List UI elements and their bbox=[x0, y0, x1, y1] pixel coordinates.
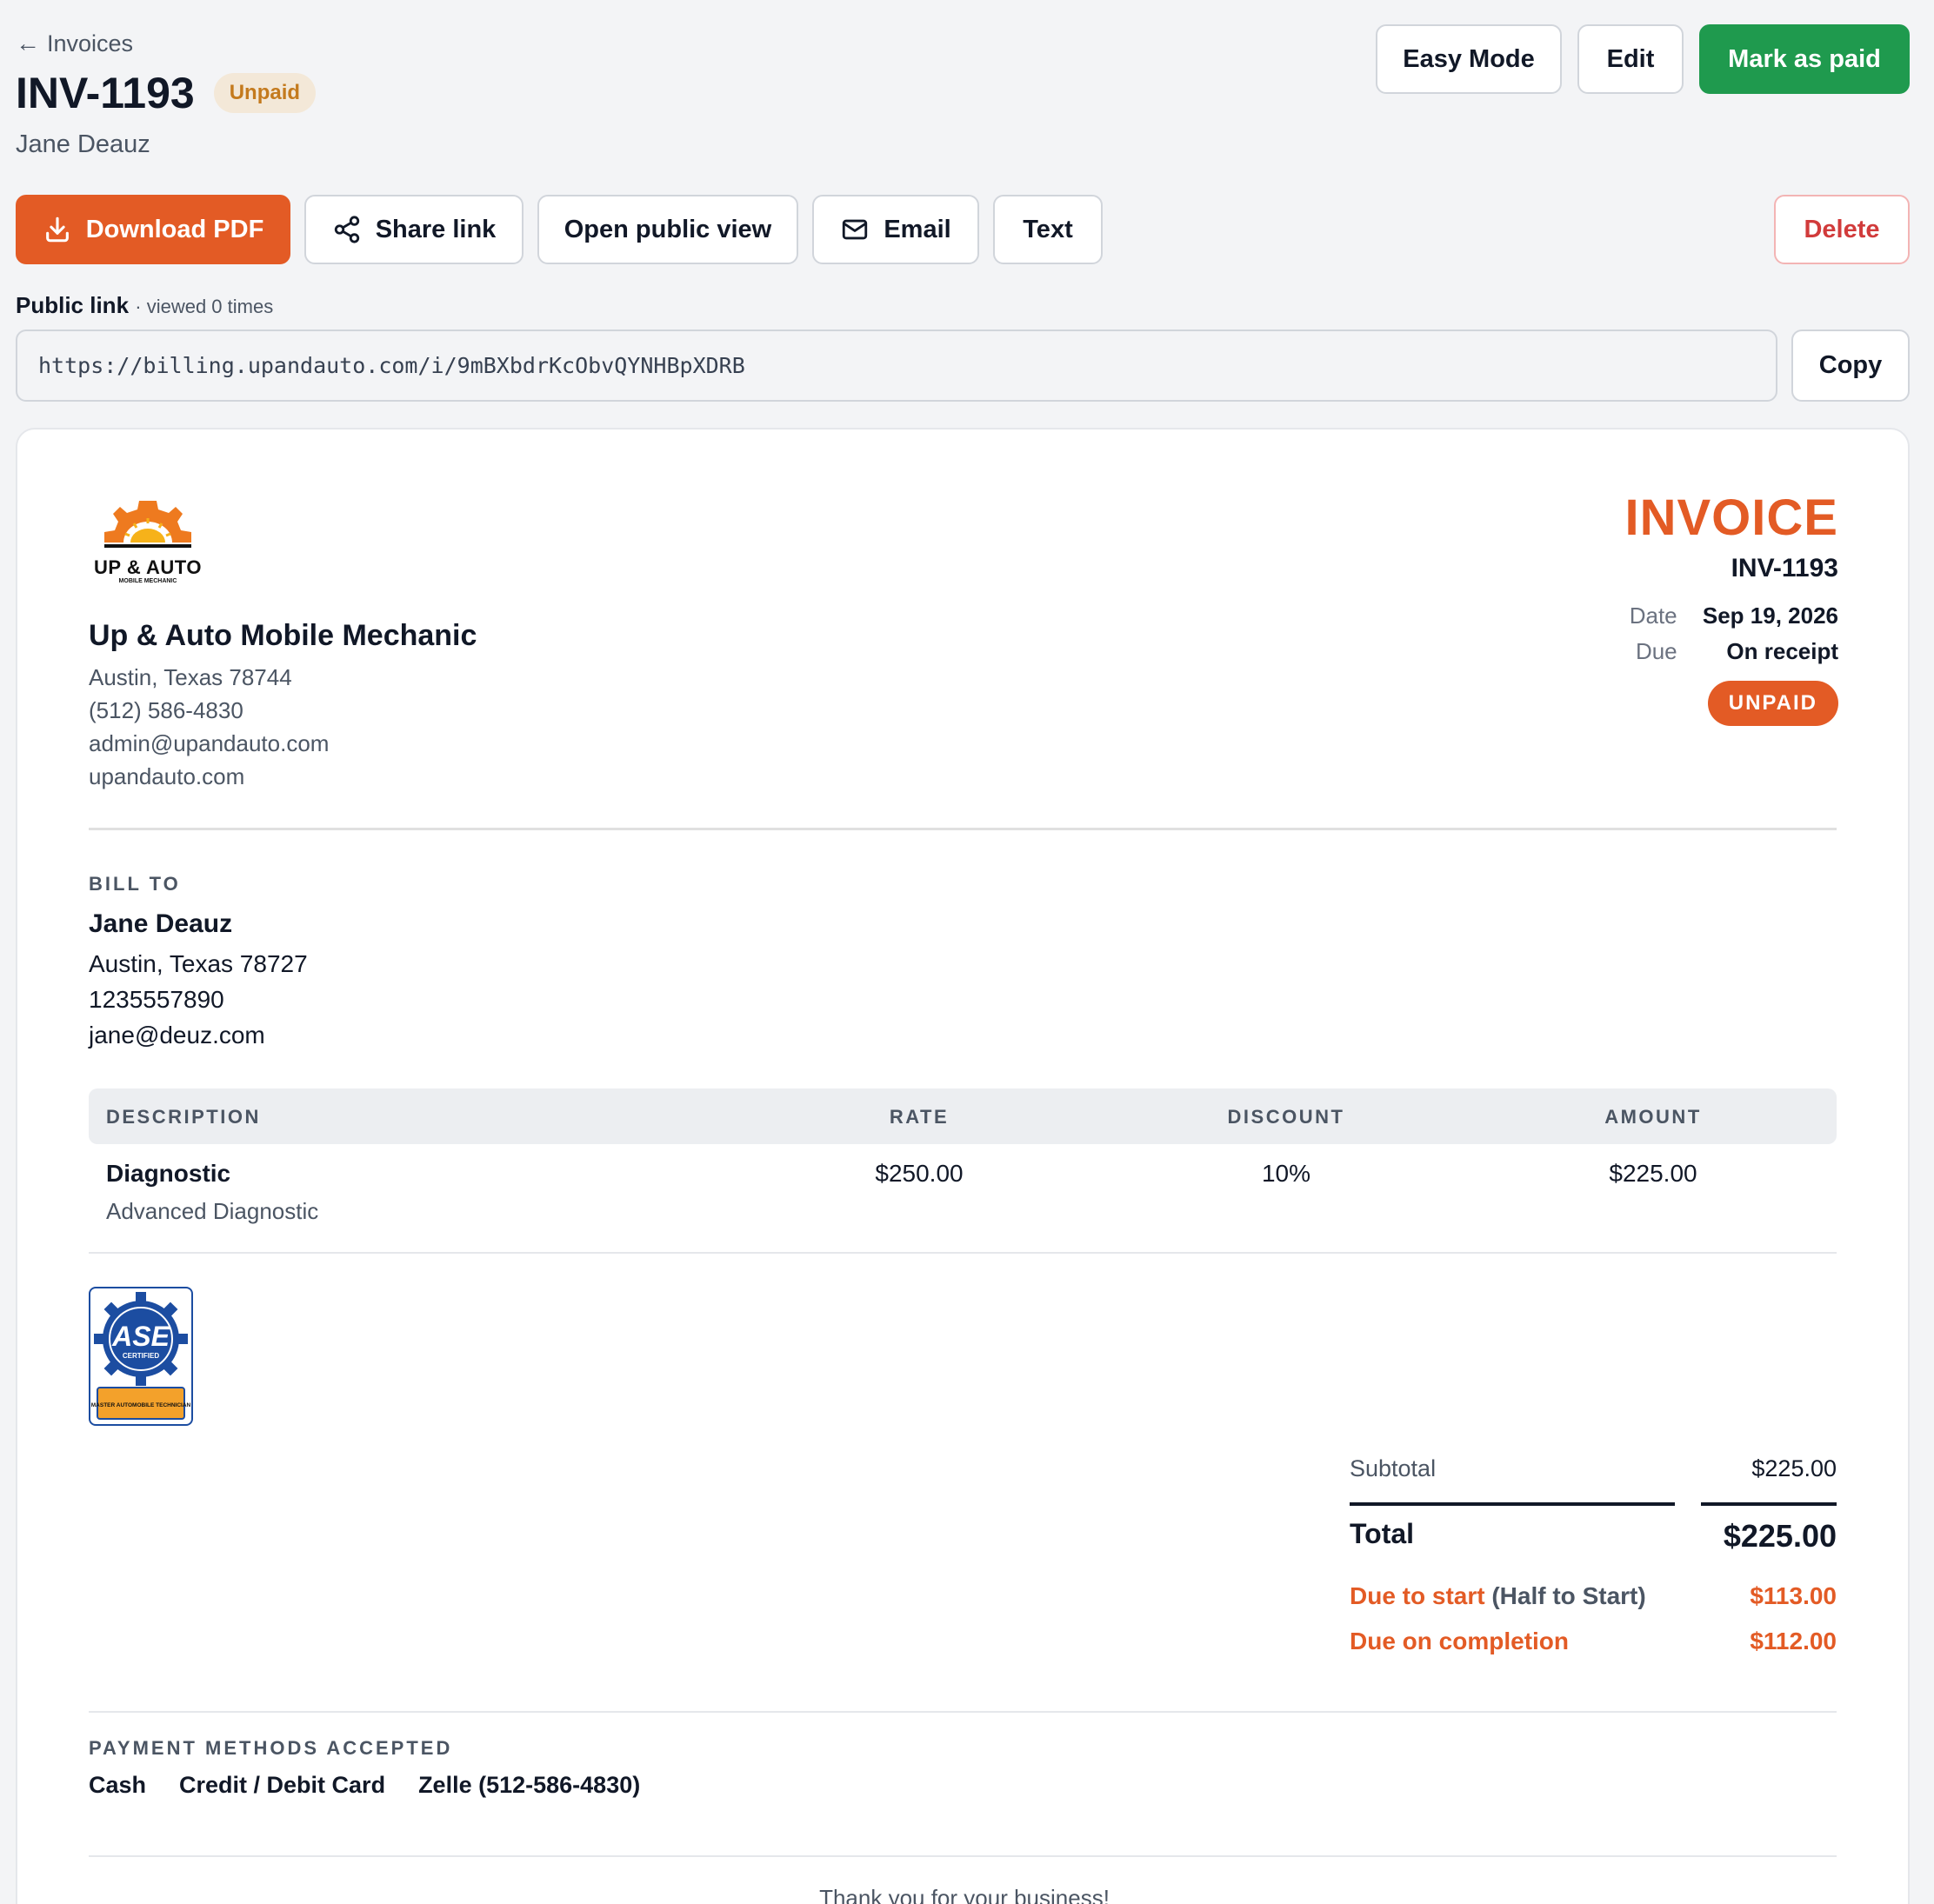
business-phone: (512) 586-4830 bbox=[89, 697, 243, 723]
email-button[interactable]: Email bbox=[812, 195, 979, 264]
status-badge: Unpaid bbox=[213, 73, 317, 113]
gear-sun-icon bbox=[104, 501, 191, 548]
bill-to-email: jane@deuz.com bbox=[89, 1022, 265, 1049]
bill-to-details: Austin, Texas 78727 1235557890 jane@deuz… bbox=[89, 946, 308, 1053]
easy-mode-button[interactable]: Easy Mode bbox=[1376, 24, 1562, 94]
business-address: Austin, Texas 78744 bbox=[89, 664, 292, 690]
public-url-text: https://billing.upandauto.com/i/9mBXbdrK… bbox=[38, 353, 745, 378]
text-button[interactable]: Text bbox=[993, 195, 1103, 264]
total-value: $225.00 bbox=[1723, 1518, 1837, 1554]
divider bbox=[89, 1711, 1837, 1713]
column-header-rate: RATE bbox=[889, 1106, 950, 1128]
top-actions: Easy Mode Edit Mark as paid bbox=[1376, 24, 1910, 94]
mail-icon bbox=[843, 219, 868, 240]
column-header-description: DESCRIPTION bbox=[106, 1106, 261, 1128]
due-value: On receipt bbox=[1726, 638, 1838, 664]
date-value: Sep 19, 2026 bbox=[1702, 602, 1838, 629]
subtotal-label: Subtotal bbox=[1350, 1455, 1437, 1481]
business-details: Austin, Texas 78744 (512) 586-4830 admin… bbox=[89, 661, 329, 793]
public-url-field[interactable]: https://billing.upandauto.com/i/9mBXbdrK… bbox=[16, 330, 1777, 402]
column-header-discount: DISCOUNT bbox=[1227, 1106, 1345, 1128]
title-row: INV-1193 Unpaid bbox=[16, 68, 317, 118]
copy-button[interactable]: Copy bbox=[1791, 330, 1910, 402]
item-name: Diagnostic bbox=[106, 1160, 231, 1187]
ase-certified-text: CERTIFIED bbox=[123, 1352, 159, 1360]
bill-to-label: BILL TO bbox=[89, 873, 181, 895]
arrow-left-icon: ← bbox=[16, 30, 40, 57]
due-to-start-label: Due to start (Half to Start) bbox=[1350, 1582, 1646, 1610]
due-on-completion-value: $112.00 bbox=[1750, 1628, 1837, 1654]
bill-to-phone: 1235557890 bbox=[89, 986, 224, 1013]
delete-wrap: Delete bbox=[1774, 195, 1910, 264]
page-title: INV-1193 bbox=[16, 69, 195, 117]
payment-method-zelle: Zelle (512-586-4830) bbox=[418, 1772, 641, 1798]
subtotal-value-underline bbox=[1701, 1502, 1837, 1506]
download-pdf-button[interactable]: Download PDF bbox=[16, 195, 290, 264]
action-row: Download PDF Share link Open public view… bbox=[16, 195, 1103, 264]
due-on-completion-label: Due on completion bbox=[1350, 1628, 1569, 1654]
mark-as-paid-button[interactable]: Mark as paid bbox=[1699, 24, 1910, 94]
share-link-label: Share link bbox=[375, 215, 497, 243]
due-to-start-value: $113.00 bbox=[1750, 1582, 1837, 1609]
payment-method-cash: Cash bbox=[89, 1772, 147, 1798]
divider bbox=[89, 1855, 1837, 1857]
logo-subtext: MOBILE MECHANIC bbox=[118, 578, 177, 584]
public-link-title: Public link bbox=[16, 292, 130, 318]
item-rate: $250.00 bbox=[875, 1160, 964, 1187]
table-row: Diagnostic Advanced Diagnostic $250.00 1… bbox=[89, 1160, 1837, 1247]
business-name: Up & Auto Mobile Mechanic bbox=[89, 619, 477, 652]
ase-certified-icon: ASE CERTIFIED MASTER AUTOMOBILE TECHNICI… bbox=[91, 1292, 191, 1420]
business-website: upandauto.com bbox=[89, 763, 245, 789]
table-header: DESCRIPTION RATE DISCOUNT AMOUNT bbox=[89, 1088, 1837, 1144]
invoice-meta: Date Sep 19, 2026 Due On receipt bbox=[1625, 602, 1838, 665]
edit-button[interactable]: Edit bbox=[1577, 24, 1684, 94]
ase-certified-badge: ASE CERTIFIED MASTER AUTOMOBILE TECHNICI… bbox=[89, 1287, 193, 1426]
download-icon bbox=[45, 216, 69, 243]
logo-text: UP & AUTO bbox=[94, 556, 202, 578]
bill-to-address: Austin, Texas 78727 bbox=[89, 950, 308, 977]
open-public-view-button[interactable]: Open public view bbox=[537, 195, 798, 264]
item-amount: $225.00 bbox=[1609, 1160, 1697, 1187]
due-to-start-note: (Half to Start) bbox=[1491, 1582, 1646, 1609]
public-link-label: Public link · viewed 0 times bbox=[16, 292, 273, 319]
date-label: Date bbox=[1629, 602, 1677, 629]
client-name: Jane Deauz bbox=[16, 130, 150, 158]
due-to-start-text: Due to start bbox=[1350, 1582, 1485, 1609]
payment-methods: Cash Credit / Debit Card Zelle (512-586-… bbox=[89, 1772, 640, 1799]
download-pdf-label: Download PDF bbox=[85, 215, 264, 243]
invoice-word: INVOICE bbox=[1624, 489, 1838, 546]
share-icon bbox=[334, 216, 359, 243]
invoice-card: UP & AUTO MOBILE MECHANIC Up & Auto Mobi… bbox=[16, 428, 1910, 1904]
share-link-button[interactable]: Share link bbox=[304, 195, 524, 264]
item-discount: 10% bbox=[1261, 1160, 1311, 1187]
invoice-number: INV-1193 bbox=[1731, 554, 1838, 583]
business-email: admin@upandauto.com bbox=[89, 730, 330, 756]
subtotal-value: $225.00 bbox=[1751, 1455, 1837, 1481]
column-header-amount: AMOUNT bbox=[1604, 1106, 1702, 1128]
copy-wrap: Copy bbox=[1791, 330, 1910, 402]
back-label: Invoices bbox=[47, 30, 134, 57]
payment-methods-label: PAYMENT METHODS ACCEPTED bbox=[89, 1737, 453, 1759]
subtotal-underline bbox=[1350, 1502, 1675, 1506]
bill-to-name: Jane Deauz bbox=[89, 909, 233, 938]
payment-method-card: Credit / Debit Card bbox=[179, 1772, 386, 1798]
total-label: Total bbox=[1350, 1518, 1415, 1549]
ase-band-text: MASTER AUTOMOBILE TECHNICIAN bbox=[91, 1402, 191, 1408]
back-to-invoices-link[interactable]: ← Invoices bbox=[16, 30, 133, 57]
business-logo: UP & AUTO MOBILE MECHANIC bbox=[89, 496, 207, 586]
thank-you-note: Thank you for your business! bbox=[819, 1885, 1110, 1904]
due-label: Due bbox=[1635, 638, 1677, 664]
invoice-header: INVOICE INV-1193 Date Sep 19, 2026 Due O… bbox=[1624, 489, 1838, 726]
invoice-status-badge: UNPAID bbox=[1707, 681, 1838, 726]
divider bbox=[89, 828, 1837, 830]
divider bbox=[89, 1252, 1837, 1254]
delete-button[interactable]: Delete bbox=[1774, 195, 1910, 264]
view-count: · viewed 0 times bbox=[135, 296, 274, 317]
email-label: Email bbox=[884, 215, 951, 243]
item-detail: Advanced Diagnostic bbox=[106, 1198, 319, 1224]
ase-logo-text: ASE bbox=[111, 1321, 170, 1352]
